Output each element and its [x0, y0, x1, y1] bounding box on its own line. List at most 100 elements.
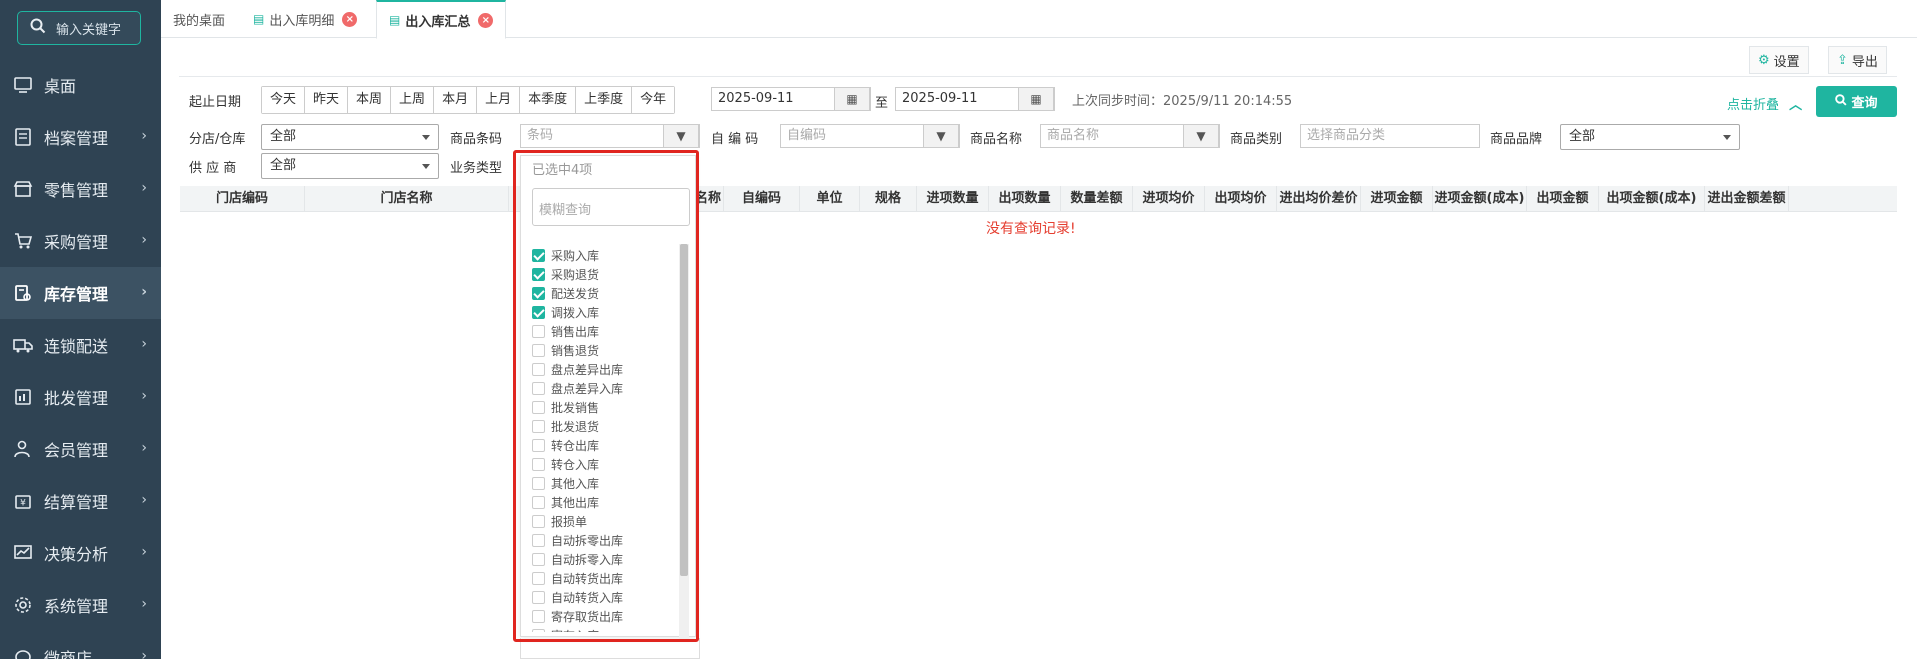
sidebar-item[interactable]: 档案管理 ›: [0, 111, 161, 163]
sidebar-item-label: 库存管理: [44, 285, 109, 304]
tab-my-desktop[interactable]: 我的桌面: [161, 0, 237, 38]
quick-date-button[interactable]: 上月: [477, 87, 521, 113]
column-header[interactable]: 进项金额(成本): [1433, 186, 1527, 212]
sidebar-item[interactable]: 连锁配送 ›: [0, 319, 161, 371]
highlight-box: [513, 150, 699, 642]
selfcode-placeholder: 自编码: [787, 128, 827, 143]
document-icon: ▤: [253, 12, 265, 26]
quick-date-button[interactable]: 上季度: [576, 87, 633, 113]
sidebar: 输入关键字 桌面 档案管理 › 零售管理 › 采购管理 › 库存管理 › 连锁配送 › 批发管理 › 会员…: [0, 0, 161, 659]
sidebar-item-label: 会员管理: [44, 441, 109, 460]
empty-message: 没有查询记录!: [986, 221, 1076, 237]
column-header[interactable]: 进项均价: [1133, 186, 1205, 212]
supplier-label: 供 应 商: [189, 161, 237, 176]
quick-date-button[interactable]: 上周: [391, 87, 435, 113]
settings-button[interactable]: ⚙ 设置: [1749, 46, 1809, 74]
sidebar-item[interactable]: 采购管理 ›: [0, 215, 161, 267]
barcode-placeholder: 条码: [527, 128, 554, 143]
column-header[interactable]: 单位: [800, 186, 860, 212]
selfcode-input[interactable]: 自编码 ▼: [780, 124, 960, 148]
sidebar-item-label: 决策分析: [44, 545, 109, 564]
start-date-input[interactable]: 2025-09-11 ▦: [711, 87, 871, 111]
column-header[interactable]: 门店名称: [305, 186, 509, 212]
end-date-input[interactable]: 2025-09-11 ▦: [895, 87, 1055, 111]
wechat-shop-icon: [12, 646, 34, 659]
chevron-right-icon: ›: [141, 648, 147, 659]
gear-icon: [12, 594, 34, 616]
biztype-label: 业务类型: [450, 161, 503, 176]
quick-date-button[interactable]: 本月: [434, 87, 478, 113]
sidebar-search-input[interactable]: 输入关键字: [17, 11, 141, 45]
sidebar-item[interactable]: 批发管理 ›: [0, 371, 161, 423]
filter-icon[interactable]: ▼: [1183, 124, 1219, 148]
tab-bar: 我的桌面 ▤ 出入库明细 × ▤ 出入库汇总 ×: [161, 0, 1917, 39]
column-header[interactable]: 自编码: [724, 186, 800, 212]
column-header[interactable]: 规格: [860, 186, 917, 212]
last-sync-text: 上次同步时间：2025/9/11 20:14:55: [1072, 94, 1293, 109]
brand-value: 全部: [1569, 129, 1596, 144]
export-label: 导出: [1851, 54, 1878, 70]
tab-inout-detail[interactable]: ▤ 出入库明细 ×: [241, 0, 369, 38]
column-header[interactable]: 出项金额: [1527, 186, 1599, 212]
sidebar-item[interactable]: 桌面: [0, 59, 161, 111]
quick-date-button[interactable]: 本周: [348, 87, 392, 113]
sidebar-item-label: 批发管理: [44, 389, 109, 408]
column-header[interactable]: 进项金额: [1361, 186, 1433, 212]
store-value: 全部: [270, 129, 297, 144]
table-header: 门店编码 门店名称 名称 自编码 单位 规格 进项数量 出项数量 数量差额 进项均价 出项均价 进出均…: [180, 186, 1897, 212]
export-button[interactable]: ⇪ 导出: [1828, 46, 1887, 74]
chevron-right-icon: ›: [141, 336, 147, 352]
sidebar-item[interactable]: 零售管理 ›: [0, 163, 161, 215]
column-header[interactable]: 进出均价差价: [1277, 186, 1361, 212]
quick-date-button[interactable]: 今天: [262, 87, 306, 113]
gear-icon: ⚙: [1758, 52, 1770, 68]
sidebar-search-placeholder: 输入关键字: [56, 22, 122, 38]
chevron-right-icon: ›: [141, 388, 147, 404]
column-header[interactable]: 出项均价: [1205, 186, 1277, 212]
quick-date-button[interactable]: 今年: [632, 87, 675, 113]
supplier-select[interactable]: 全部: [261, 153, 439, 179]
toolbar-divider: [179, 76, 1897, 77]
chart-icon: [12, 542, 34, 564]
chevron-right-icon: ›: [141, 284, 147, 300]
supplier-value: 全部: [270, 158, 297, 173]
column-header[interactable]: 门店编码: [180, 186, 305, 212]
sidebar-item[interactable]: 库存管理 ›: [0, 267, 161, 319]
sidebar-item[interactable]: 会员管理 ›: [0, 423, 161, 475]
close-icon[interactable]: ×: [342, 11, 358, 27]
column-header[interactable]: 进项数量: [917, 186, 989, 212]
column-header[interactable]: 进出金额差额: [1705, 186, 1789, 212]
chevron-right-icon: ›: [141, 128, 147, 144]
export-icon: ⇪: [1837, 52, 1848, 68]
brand-select[interactable]: 全部: [1560, 124, 1740, 150]
monitor-icon: [12, 74, 34, 96]
collapse-link[interactable]: 点击折叠 ︿: [1727, 94, 1802, 113]
calendar-icon[interactable]: ▦: [834, 87, 870, 111]
category-input[interactable]: 选择商品分类: [1300, 124, 1480, 148]
sidebar-item[interactable]: 决策分析 ›: [0, 527, 161, 579]
column-header[interactable]: 数量差额: [1061, 186, 1133, 212]
barcode-input[interactable]: 条码 ▼: [520, 124, 700, 148]
close-icon[interactable]: ×: [478, 12, 494, 28]
search-icon: [30, 18, 46, 38]
brand-label: 商品品牌: [1490, 132, 1543, 147]
sidebar-item-label: 连锁配送: [44, 337, 109, 356]
sidebar-item[interactable]: 系统管理 ›: [0, 579, 161, 631]
column-header[interactable]: 出项数量: [989, 186, 1061, 212]
sidebar-item[interactable]: ¥ 结算管理 ›: [0, 475, 161, 527]
svg-text:¥: ¥: [20, 499, 26, 509]
settings-label: 设置: [1773, 54, 1800, 70]
filter-icon[interactable]: ▼: [923, 124, 959, 148]
product-name-input[interactable]: 商品名称 ▼: [1040, 124, 1220, 148]
filter-icon[interactable]: ▼: [663, 124, 699, 148]
sidebar-item[interactable]: 微商店 ›: [0, 631, 161, 659]
quick-date-button[interactable]: 昨天: [305, 87, 349, 113]
tab-inout-summary[interactable]: ▤ 出入库汇总 ×: [376, 0, 507, 39]
sidebar-item-label: 微商店: [44, 649, 93, 659]
quick-date-button[interactable]: 本季度: [520, 87, 577, 113]
query-button[interactable]: 查询: [1816, 86, 1897, 117]
query-label: 查询: [1851, 96, 1878, 111]
store-select[interactable]: 全部: [261, 124, 439, 150]
column-header[interactable]: 出项金额(成本): [1599, 186, 1705, 212]
calendar-icon[interactable]: ▦: [1018, 87, 1054, 111]
